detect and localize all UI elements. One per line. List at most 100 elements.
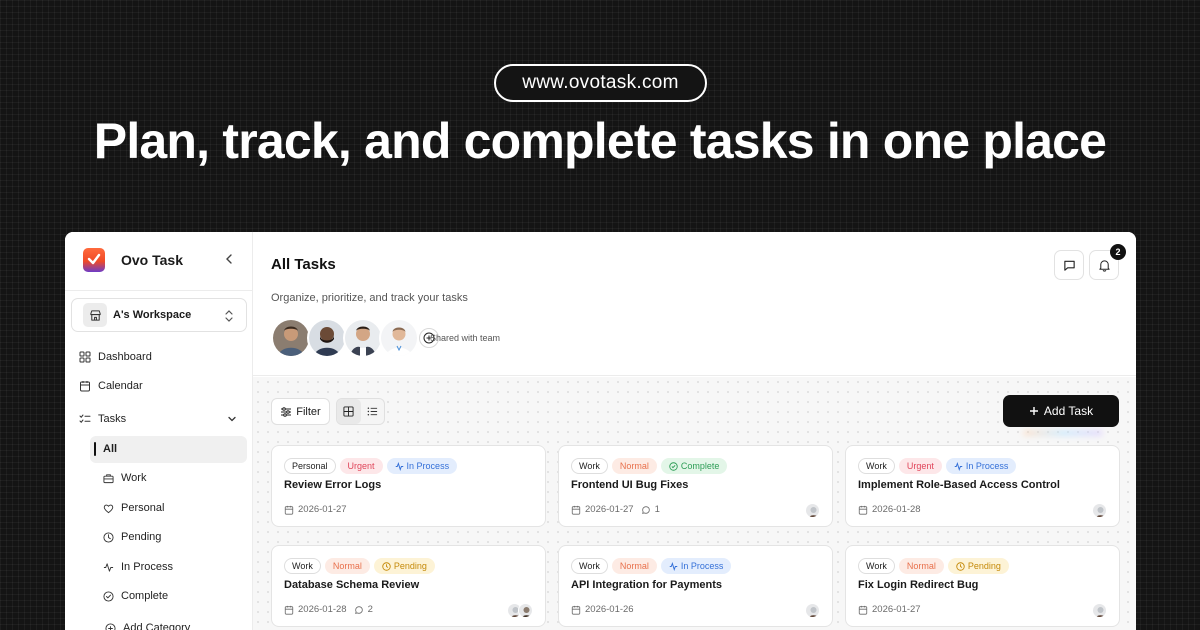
sidebar-subitem-pending[interactable]: Pending [103,531,161,543]
sidebar-item-label: In Process [121,561,173,573]
clock-icon [382,561,391,571]
category-tag: Work [571,558,608,574]
messages-button[interactable] [1054,250,1084,280]
main-content: All Tasks Organize, prioritize, and trac… [253,232,1136,630]
calendar-icon [858,605,868,615]
task-title: Database Schema Review [284,579,420,591]
activity-icon [954,461,963,471]
sidebar: Ovo Task A's Workspace Dashboard Calenda… [65,232,253,630]
add-task-button[interactable]: Add Task [1003,395,1119,427]
due-date: 2026-01-26 [585,604,634,615]
add-task-label: Add Task [1043,404,1094,418]
sidebar-item-tasks[interactable]: Tasks [79,413,239,425]
sidebar-item-calendar[interactable]: Calendar [79,380,143,392]
assignee-avatar[interactable] [518,603,533,618]
workspace-switcher[interactable]: A's Workspace [71,298,247,332]
checklist-icon [79,414,91,423]
shared-with-team-label: Shared with team [430,333,501,343]
sidebar-subitem-complete[interactable]: Complete [103,590,168,602]
sidebar-subitem-personal[interactable]: Personal [103,502,164,514]
filter-button[interactable]: Filter [271,398,330,425]
assignee-avatar[interactable] [805,503,820,518]
calendar-icon [571,605,581,615]
filter-label: Filter [296,405,321,418]
category-tag: Personal [284,458,336,474]
task-card[interactable]: Work Normal Pending Fix Login Redirect B… [845,545,1120,627]
task-assignees [1092,603,1107,618]
heart-icon [103,504,114,513]
task-card[interactable]: Work Normal In Process API Integration f… [558,545,833,627]
sidebar-subitem-work[interactable]: Work [103,472,146,484]
status-label: Pending [967,561,1001,571]
priority-tag: Normal [611,458,657,474]
category-tag: Work [284,558,321,574]
status-tag: In Process [945,458,1017,474]
app-window: Ovo Task A's Workspace Dashboard Calenda… [65,232,1136,630]
task-title: Implement Role-Based Access Control [858,479,1060,491]
task-card[interactable]: Work Normal Pending Database Schema Revi… [271,545,546,627]
sidebar-subitem-all[interactable]: All [103,443,117,455]
priority-tag: Normal [324,558,370,574]
store-icon [83,303,107,327]
activity-icon [395,461,403,471]
task-assignees [805,503,820,518]
add-category-label: Add Category [123,622,191,630]
sidebar-subitem-in-process[interactable]: In Process [103,561,173,573]
button-glow [1023,430,1103,436]
hero-headline: Plan, track, and complete tasks in one p… [93,113,1107,169]
calendar-icon [284,605,294,615]
ovo-task-logo-icon [83,248,105,272]
status-tag: Pending [947,558,1009,574]
clock-icon [103,531,114,543]
status-tag: Pending [373,558,435,574]
task-board: Filter Add Task Personal Urgent In Proce… [253,377,1136,630]
grid-view-icon [343,406,354,417]
task-tags: Work Normal Pending [284,558,439,574]
brand[interactable]: Ovo Task [83,248,183,272]
assignee-avatar[interactable] [1092,603,1107,618]
clock-icon [956,561,965,571]
assignee-avatar[interactable] [805,603,820,618]
add-category-button[interactable]: Add Category [105,622,190,630]
task-card[interactable]: Personal Urgent In Process Review Error … [271,445,546,527]
list-view-button[interactable] [361,399,385,424]
page-title: All Tasks [271,256,336,273]
category-tag: Work [571,458,608,474]
status-label: Pending [393,561,427,571]
chevron-up-down-icon [225,310,233,322]
status-tag: In Process [386,458,458,474]
category-tag: Work [858,558,895,574]
divider [65,290,253,291]
avatar[interactable] [307,318,347,358]
task-tags: Work Normal Complete [571,458,731,474]
avatar[interactable] [271,318,311,358]
task-meta: 2026-01-28 2 [284,604,373,615]
avatar[interactable] [379,318,419,358]
sidebar-item-label: Dashboard [98,351,152,363]
avatar[interactable] [343,318,383,358]
list-view-icon [367,407,377,416]
comment-count-value: 2 [367,604,373,615]
activity-icon [103,562,114,572]
check-circle-icon [103,590,114,602]
priority-tag: Normal [611,558,657,574]
task-card[interactable]: Work Urgent In Process Implement Role-Ba… [845,445,1120,527]
sidebar-item-label: Personal [121,502,165,514]
sidebar-item-label: Work [121,472,147,484]
task-meta: 2026-01-26 [571,604,634,615]
assignee-avatar[interactable] [1092,503,1107,518]
calendar-icon [284,505,294,515]
grid-view-button[interactable] [337,399,361,424]
brand-name: Ovo Task [121,252,183,268]
collapse-sidebar-icon[interactable] [222,252,236,266]
due-date: 2026-01-27 [872,604,921,615]
comment-count: 1 [641,504,660,515]
status-tag: In Process [660,558,732,574]
task-card[interactable]: Work Normal Complete Frontend UI Bug Fix… [558,445,833,527]
task-tags: Work Normal In Process [571,558,735,574]
sidebar-item-label: Pending [121,531,162,543]
priority-tag: Urgent [898,458,942,474]
bell-icon [1098,259,1110,272]
task-assignees [805,603,820,618]
sidebar-item-dashboard[interactable]: Dashboard [79,351,152,363]
